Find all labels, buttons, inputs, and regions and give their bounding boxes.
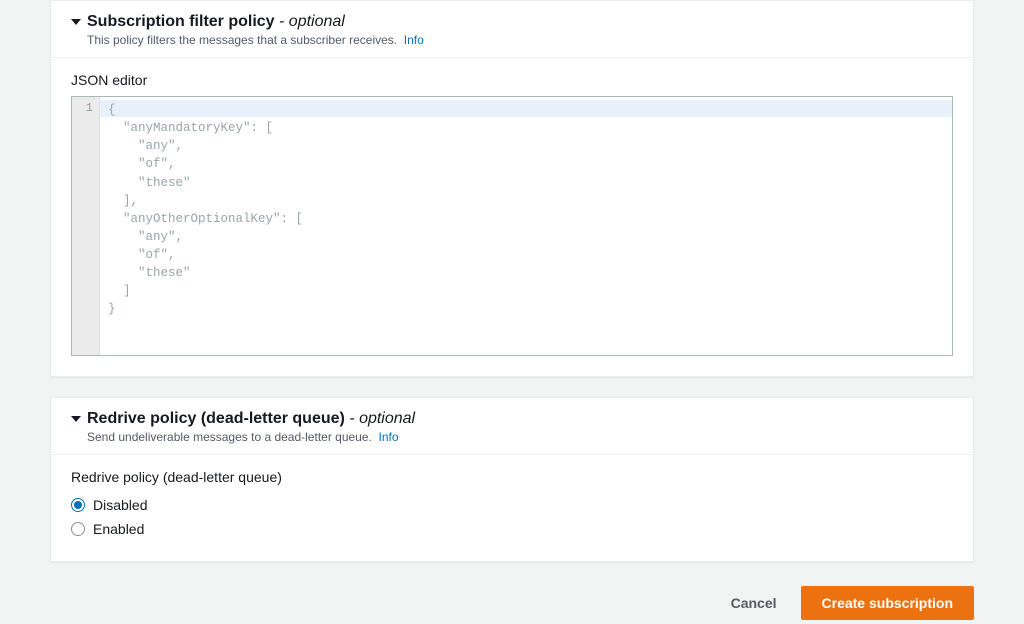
radio-icon — [71, 522, 85, 536]
filter-policy-body: JSON editor 1 { "anyMandatoryKey": [ "an… — [51, 58, 973, 376]
cancel-button[interactable]: Cancel — [725, 587, 783, 619]
radio-icon — [71, 498, 85, 512]
redrive-radio-group: Disabled Enabled — [71, 493, 953, 541]
caret-down-icon[interactable] — [71, 19, 81, 25]
create-subscription-button[interactable]: Create subscription — [801, 586, 974, 620]
redrive-policy-panel: Redrive policy (dead-letter queue) - opt… — [50, 397, 974, 562]
redrive-policy-header: Redrive policy (dead-letter queue) - opt… — [51, 398, 973, 455]
editor-code-area[interactable]: { "anyMandatoryKey": [ "any", "of", "the… — [100, 97, 952, 355]
redrive-policy-title-text: Redrive policy (dead-letter queue) — [87, 410, 345, 427]
info-link[interactable]: Info — [379, 430, 399, 444]
redrive-field-label: Redrive policy (dead-letter queue) — [71, 469, 953, 485]
filter-policy-header: Subscription filter policy - optional Th… — [51, 1, 973, 58]
optional-suffix: - optional — [275, 13, 345, 30]
redrive-policy-body: Redrive policy (dead-letter queue) Disab… — [51, 455, 973, 561]
radio-enabled-label: Enabled — [93, 521, 144, 537]
caret-down-icon[interactable] — [71, 416, 81, 422]
json-editor[interactable]: 1 { "anyMandatoryKey": [ "any", "of", "t… — [71, 96, 953, 356]
redrive-policy-subtitle-text: Send undeliverable messages to a dead-le… — [87, 430, 372, 444]
filter-policy-title-row: Subscription filter policy - optional — [71, 13, 953, 31]
editor-gutter: 1 — [72, 97, 100, 355]
code-placeholder: { "anyMandatoryKey": [ "any", "of", "the… — [100, 97, 952, 323]
radio-disabled-label: Disabled — [93, 497, 147, 513]
redrive-policy-title-row: Redrive policy (dead-letter queue) - opt… — [71, 410, 953, 428]
redrive-policy-title: Redrive policy (dead-letter queue) - opt… — [87, 410, 415, 428]
radio-disabled[interactable]: Disabled — [71, 493, 953, 517]
json-editor-label: JSON editor — [71, 72, 953, 88]
form-footer: Cancel Create subscription — [50, 582, 974, 624]
filter-policy-title-text: Subscription filter policy — [87, 13, 275, 30]
filter-policy-subtitle: This policy filters the messages that a … — [87, 33, 953, 47]
redrive-policy-subtitle: Send undeliverable messages to a dead-le… — [87, 430, 953, 444]
optional-suffix: - optional — [345, 410, 415, 427]
filter-policy-panel: Subscription filter policy - optional Th… — [50, 0, 974, 377]
filter-policy-subtitle-text: This policy filters the messages that a … — [87, 33, 397, 47]
info-link[interactable]: Info — [404, 33, 424, 47]
filter-policy-title: Subscription filter policy - optional — [87, 13, 345, 31]
line-number: 1 — [72, 101, 93, 115]
radio-enabled[interactable]: Enabled — [71, 517, 953, 541]
